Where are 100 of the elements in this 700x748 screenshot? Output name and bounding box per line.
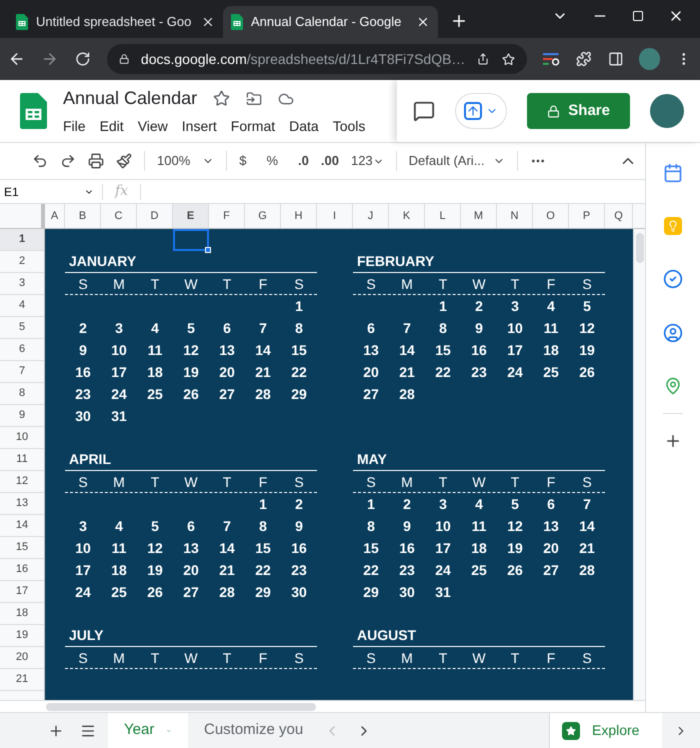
name-box[interactable]: E1 [0, 182, 102, 200]
calendar-date: 14 [219, 538, 235, 558]
row-header[interactable]: 13 [0, 493, 44, 515]
maps-pin-icon[interactable] [664, 377, 682, 395]
menu-item[interactable]: Edit [100, 116, 124, 137]
zoom-dropdown[interactable]: 100% [157, 151, 214, 171]
new-tab-icon[interactable] [450, 12, 468, 30]
row-header[interactable]: 14 [0, 515, 44, 537]
vertical-scrollbar[interactable] [633, 229, 645, 700]
share-button[interactable]: Share [527, 93, 630, 129]
row-header[interactable]: 6 [0, 339, 44, 361]
menu-item[interactable]: Tools [332, 116, 366, 137]
decrease-decimal-button[interactable]: .0 [298, 151, 309, 171]
row-header[interactable]: 1 [0, 229, 44, 251]
horizontal-scrollbar[interactable] [0, 700, 645, 712]
browser-tab[interactable]: Annual Calendar - Google [223, 6, 438, 38]
row-header[interactable]: 17 [0, 581, 44, 603]
paint-format-icon[interactable] [116, 153, 132, 169]
row-header[interactable]: 12 [0, 471, 44, 493]
column-header[interactable]: O [533, 204, 569, 228]
bookmark-star-icon[interactable] [502, 52, 515, 66]
close-icon[interactable] [416, 15, 430, 29]
number-format-dropdown[interactable]: 123 [350, 151, 384, 171]
percent-format-button[interactable]: % [266, 151, 278, 171]
document-title[interactable]: Annual Calendar [63, 85, 198, 112]
row-header[interactable]: 20 [0, 647, 44, 669]
sheet-tab[interactable]: Year [108, 713, 188, 748]
column-header[interactable]: Q [605, 204, 633, 228]
row-header[interactable]: 5 [0, 317, 44, 339]
menu-item[interactable]: Data [289, 116, 319, 137]
column-header[interactable]: C [101, 204, 137, 228]
row-header[interactable]: 9 [0, 405, 44, 427]
back-icon[interactable] [8, 50, 26, 68]
all-sheets-icon[interactable] [80, 722, 96, 738]
maximize-icon[interactable] [632, 10, 644, 22]
row-header[interactable]: 10 [0, 427, 44, 449]
row-header[interactable]: 3 [0, 273, 44, 295]
row-header[interactable]: 15 [0, 537, 44, 559]
row-header[interactable]: 16 [0, 559, 44, 581]
weekday-label: T [438, 275, 448, 294]
calendar-date: 3 [115, 318, 123, 338]
close-icon[interactable] [201, 15, 215, 29]
undo-icon[interactable] [32, 153, 48, 169]
profile-avatar[interactable] [639, 48, 660, 70]
column-header[interactable]: F [209, 204, 245, 228]
menu-item[interactable]: File [63, 116, 86, 137]
font-dropdown[interactable]: Default (Ari... [408, 151, 505, 171]
present-button[interactable] [455, 93, 508, 129]
profile-avatar[interactable] [650, 94, 684, 128]
redo-icon[interactable] [60, 153, 76, 169]
row-header[interactable]: 7 [0, 361, 44, 383]
calendar-date: 23 [75, 384, 91, 404]
explore-button[interactable]: Explore [549, 713, 662, 748]
column-header[interactable]: N [497, 204, 533, 228]
row-header[interactable]: 2 [0, 251, 44, 273]
column-header[interactable]: E [173, 204, 209, 228]
comment-icon[interactable] [413, 100, 436, 122]
row-header[interactable]: 21 [0, 669, 44, 691]
extension-icon[interactable] [542, 52, 560, 66]
menu-item[interactable]: View [138, 116, 168, 137]
row-header[interactable]: 18 [0, 603, 44, 625]
extensions-icon[interactable] [576, 51, 592, 67]
calendar-date: 25 [111, 582, 127, 602]
column-header[interactable]: I [317, 204, 353, 228]
column-header[interactable]: K [389, 204, 425, 228]
row-header[interactable]: 19 [0, 625, 44, 647]
add-icon[interactable] [664, 432, 682, 450]
column-header[interactable]: A [45, 204, 65, 228]
move-folder-icon[interactable] [246, 90, 262, 106]
sheet-tab[interactable]: Customize you [188, 713, 308, 748]
cloud-icon[interactable] [278, 90, 294, 106]
add-sheet-icon[interactable] [48, 722, 64, 738]
calendar-date: 14 [579, 516, 595, 536]
currency-format-button[interactable]: $ [239, 151, 246, 171]
column-header[interactable]: G [245, 204, 281, 228]
print-icon[interactable] [88, 153, 104, 169]
row-header[interactable]: 11 [0, 449, 44, 471]
increase-decimal-button[interactable]: .00 [320, 151, 339, 171]
side-panel-icon[interactable] [608, 51, 624, 67]
tab-title: Annual Calendar - Google [251, 13, 402, 32]
contacts-icon[interactable] [663, 323, 683, 343]
row-header[interactable]: 4 [0, 295, 44, 317]
calendar-icon[interactable] [663, 163, 683, 183]
column-header[interactable]: M [461, 204, 497, 228]
star-icon[interactable] [213, 90, 230, 107]
menu-item[interactable]: Insert [182, 116, 217, 137]
share-icon[interactable] [477, 52, 490, 66]
column-header[interactable]: L [425, 204, 461, 228]
address-bar[interactable]: docs.google.com/spreadsheets/d/1Lr4T8Fi7SdQB… [106, 44, 527, 74]
reload-icon[interactable] [74, 51, 91, 67]
calendar-date: 28 [255, 384, 271, 404]
row-header[interactable]: 8 [0, 383, 44, 405]
column-header[interactable]: J [353, 204, 389, 228]
column-header[interactable]: B [65, 204, 101, 228]
column-header[interactable]: P [569, 204, 605, 228]
tasks-icon[interactable] [663, 269, 683, 289]
column-header[interactable]: H [281, 204, 317, 228]
menu-item[interactable]: Format [230, 116, 276, 137]
selected-cell[interactable] [173, 229, 209, 251]
browser-tab[interactable]: Untitled spreadsheet - Goo [8, 6, 223, 38]
